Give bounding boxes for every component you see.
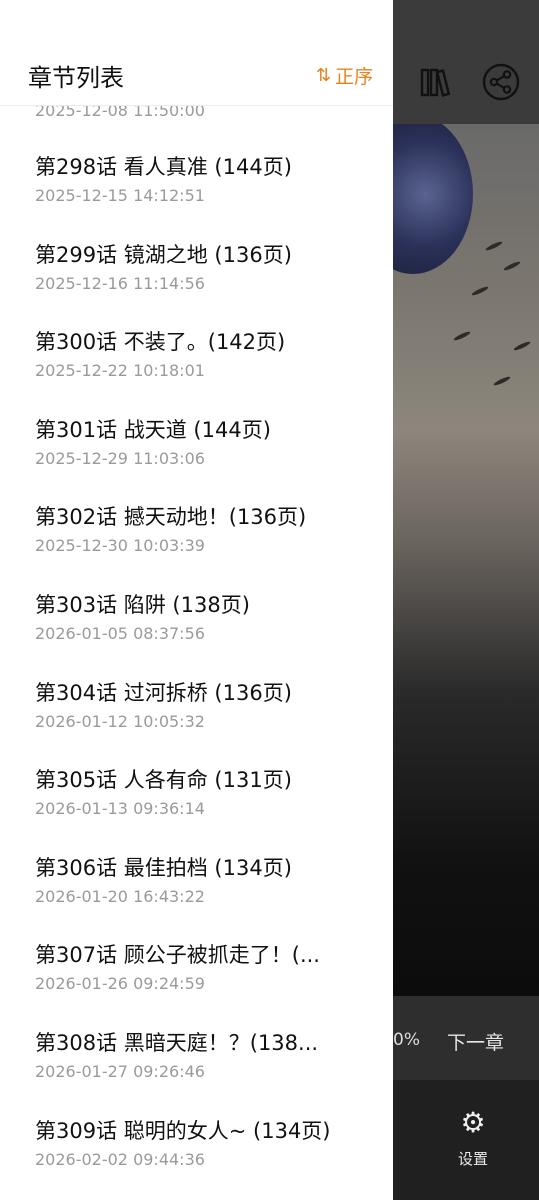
gear-icon: ⚙ <box>460 1106 486 1139</box>
chapter-date: 2025-12-15 14:12:51 <box>35 186 205 205</box>
chapter-item[interactable]: 第307话 顾公子被抓走了！(... 2026-01-26 09:24:59 <box>0 938 393 1026</box>
chapter-list-drawer: 章节列表 ⇅ 正序 2025-12-08 11:50:00 第298话 看人真准… <box>0 0 393 1200</box>
chapter-date: 2025-12-22 10:18:01 <box>35 361 205 381</box>
chapter-title: 第309话 聪明的女人~ (134页) <box>35 1118 331 1143</box>
books-icon[interactable] <box>417 62 457 102</box>
bird-shape <box>484 240 504 252</box>
chapter-item[interactable]: 第305话 人各有命 (131页) 2026-01-13 09:36:14 <box>0 763 393 851</box>
chapter-date: 2026-01-13 09:36:14 <box>35 799 205 819</box>
bird-shape <box>512 340 532 352</box>
chapter-item[interactable]: 第306话 最佳拍档 (134页) 2026-01-20 16:43:22 <box>0 851 393 939</box>
chapter-item[interactable]: 第309话 聪明的女人~ (134页) 2026-02-02 09:44:36 <box>0 1114 393 1200</box>
chapter-list: 第298话 看人真准 (144页) 2025-12-15 14:12:51 第2… <box>0 150 393 1200</box>
chapter-title: 第305话 人各有命 (131页) <box>35 768 292 793</box>
chapter-title: 第303话 陷阱 (138页) <box>35 592 250 617</box>
chapter-title: 第300话 不装了。(142页) <box>35 330 286 355</box>
chapter-title: 第301话 战天道 (144页) <box>35 417 271 442</box>
chapter-item[interactable]: 第308话 黑暗天庭！？(138... 2026-01-27 09:26:46 <box>0 1026 393 1114</box>
chapter-item[interactable]: 第299话 镜湖之地 (136页) 2025-12-16 11:14:56 <box>0 238 393 326</box>
chapter-date: 2026-01-12 10:05:32 <box>35 711 205 731</box>
drawer-header: 章节列表 ⇅ 正序 <box>0 0 393 106</box>
chapter-item[interactable]: 第304话 过河拆桥 (136页) 2026-01-12 10:05:32 <box>0 676 393 764</box>
next-chapter-button[interactable]: 下一章 <box>447 1028 504 1055</box>
bird-shape <box>502 260 522 272</box>
bird-shape <box>452 330 472 342</box>
chapter-item[interactable]: 第302话 撼天动地！(136页) 2025-12-30 10:03:39 <box>0 500 393 588</box>
chapter-date: 2026-01-27 09:26:46 <box>35 1061 205 1081</box>
chapter-date: 2026-01-26 09:24:59 <box>35 974 205 994</box>
chapter-title: 第308话 黑暗天庭！？(138... <box>35 1030 319 1055</box>
bird-shape <box>492 375 512 387</box>
chapter-title: 第306话 最佳拍档 (134页) <box>35 855 292 880</box>
sort-arrow-icon: ⇅ <box>316 65 332 86</box>
chapter-date: 2025-12-16 11:14:56 <box>35 273 205 293</box>
chapter-title: 第298话 看人真准 (144页) <box>35 155 292 179</box>
sort-toggle-button[interactable]: ⇅ 正序 <box>316 62 373 89</box>
chapter-date: 2026-02-02 09:44:36 <box>35 1149 205 1169</box>
chapter-title: 第302话 撼天动地！(136页) <box>35 505 307 530</box>
chapter-item[interactable]: 第298话 看人真准 (144页) 2025-12-15 14:12:51 <box>0 150 393 238</box>
settings-label: 设置 <box>457 1150 488 1168</box>
comic-page-image[interactable] <box>393 124 539 996</box>
share-icon[interactable] <box>481 62 521 102</box>
chapter-title: 第304话 过河拆桥 (136页) <box>35 680 292 705</box>
settings-button[interactable]: ⚙ 设置 <box>448 1108 498 1169</box>
moon-shape <box>393 124 473 274</box>
sort-label: 正序 <box>335 66 374 88</box>
chapter-item[interactable]: 第301话 战天道 (144页) 2025-12-29 11:03:06 <box>0 413 393 501</box>
chapter-date: 2025-12-30 10:03:39 <box>35 536 205 556</box>
bird-shape <box>470 285 490 297</box>
chapter-date: 2026-01-20 16:43:22 <box>35 886 205 906</box>
chapter-item[interactable]: 第300话 不装了。(142页) 2025-12-22 10:18:01 <box>0 325 393 413</box>
chapter-date: 2026-01-05 08:37:56 <box>35 623 205 643</box>
chapter-date: 2025-12-29 11:03:06 <box>35 448 205 468</box>
progress-text: 0% <box>393 1030 420 1050</box>
chapter-title: 第307话 顾公子被抓走了！(... <box>35 943 320 968</box>
chapter-title: 第299话 镜湖之地 (136页) <box>35 242 292 267</box>
drawer-title: 章节列表 <box>28 64 124 92</box>
chapter-item[interactable]: 第303话 陷阱 (138页) 2026-01-05 08:37:56 <box>0 588 393 676</box>
